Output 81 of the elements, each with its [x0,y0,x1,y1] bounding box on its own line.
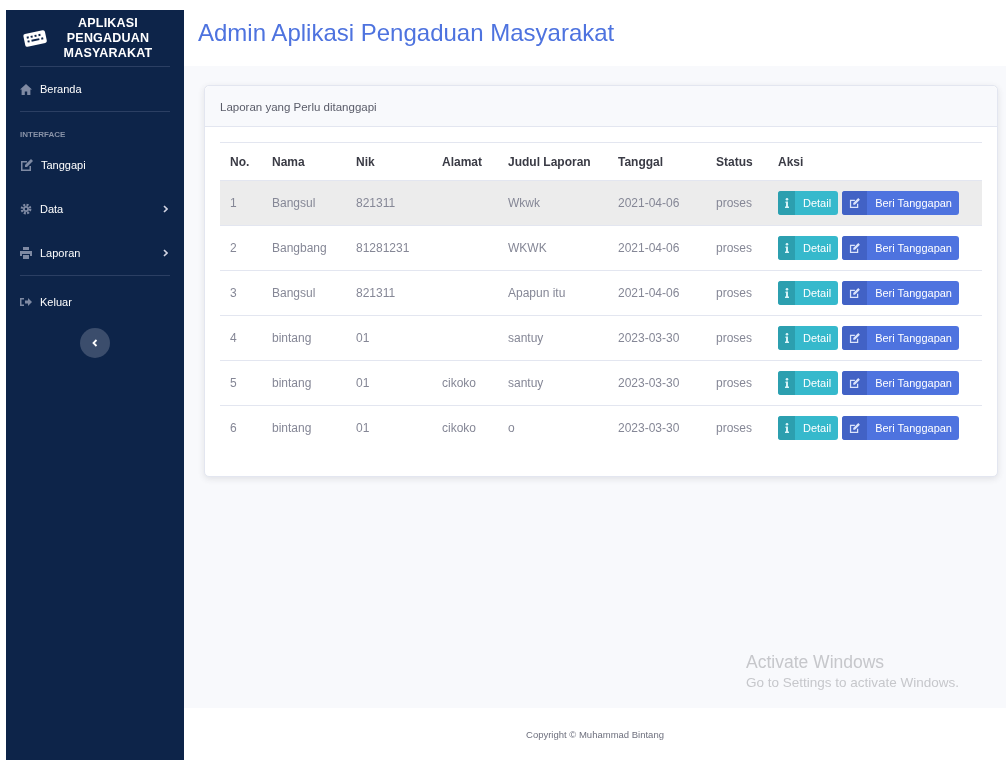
respond-button[interactable]: Beri Tanggapan [842,416,959,440]
respond-button[interactable]: Beri Tanggapan [842,236,959,260]
sidebar-item[interactable]: Keluar [20,280,170,324]
sign-out-icon [20,297,32,307]
chevron-right-icon [163,249,168,257]
respond-button[interactable]: Beri Tanggapan [842,326,959,350]
edit-icon [849,243,861,253]
sidebar-heading: INTERFACE [20,129,67,141]
table-cell: bintang [272,331,312,345]
table-cell: cikoko [442,421,476,435]
table-cell: proses [716,241,753,255]
table-cell: 81281231 [356,241,410,255]
sidebar-item[interactable]: Laporan [20,231,170,276]
respond-button[interactable]: Beri Tanggapan [842,281,959,305]
page-title: Admin Aplikasi Pengaduan Masyarakat [198,19,615,47]
table-cell: 2021-04-06 [618,241,680,255]
table-cell: bintang [272,376,312,390]
table-cell: 2023-03-30 [618,421,680,435]
detail-button[interactable]: Detail [778,281,839,305]
table-cell: WKWK [508,241,547,255]
edit-icon [849,378,861,388]
edit-icon [849,333,861,343]
detail-button[interactable]: Detail [778,371,839,395]
table-cell: 2023-03-30 [618,376,680,390]
table-cell: 6 [230,421,237,435]
edit-icon [849,198,861,208]
detail-button[interactable]: Detail [778,326,839,350]
table-cell: Wkwk [508,196,540,210]
table-cell: 01 [356,331,370,345]
sidebar-item[interactable]: Tanggapi [20,143,170,187]
table-cell: 01 [356,421,370,435]
table-cell: proses [716,376,753,390]
table-cell: proses [716,421,753,435]
table-cell: Bangbang [272,241,327,255]
gear-icon [20,203,32,215]
info-icon [784,288,789,298]
table-cell: cikoko [442,376,476,390]
sidebar-item[interactable]: Data [20,187,170,231]
table-cell: 2021-04-06 [618,196,680,210]
info-icon [784,243,789,253]
table-cell: proses [716,196,753,210]
info-icon [784,423,789,433]
sidebar-item[interactable]: Beranda [20,67,170,112]
copyright-text: Copyright © Muhammad Bintang [526,728,664,740]
detail-button[interactable]: Detail [778,191,839,215]
table-cell: santuy [508,331,544,345]
table-cell: 01 [356,376,370,390]
table-cell: o [508,421,515,435]
table-cell: 2021-04-06 [618,286,680,300]
detail-button[interactable]: Detail [778,236,839,260]
table-cell: 821311 [356,286,396,300]
detail-button[interactable]: Detail [778,416,839,440]
home-icon [20,83,32,95]
table-cell: Apapun itu [508,286,566,300]
chevron-right-icon [163,205,168,213]
table-cell: 4 [230,331,237,345]
table-cell: Bangsul [272,286,316,300]
table-cell: 2 [230,241,237,255]
table-cell: 5 [230,376,237,390]
edit-icon [849,423,861,433]
info-icon [784,198,789,208]
table-cell: bintang [272,421,312,435]
table-cell: 821311 [356,196,396,210]
sidebar-toggle-button[interactable] [80,328,110,358]
info-icon [784,333,789,343]
table-cell: proses [716,286,753,300]
info-icon [784,378,789,388]
card-title: Laporan yang Perlu ditanggapi [220,101,377,113]
edit-icon [849,288,861,298]
table-cell: Bangsul [272,196,316,210]
respond-button[interactable]: Beri Tanggapan [842,191,959,215]
respond-button[interactable]: Beri Tanggapan [842,371,959,395]
table-cell: 1 [230,196,237,210]
table-cell: santuy [508,376,544,390]
edit-icon [20,159,33,171]
printer-icon [20,247,32,259]
table-cell: 3 [230,286,237,300]
table-cell: proses [716,331,753,345]
chevron-left-icon [92,339,98,347]
table-cell: 2023-03-30 [618,331,680,345]
brand-title[interactable]: APLIKASI PENGADUAN MASYARAKAT [58,15,158,61]
